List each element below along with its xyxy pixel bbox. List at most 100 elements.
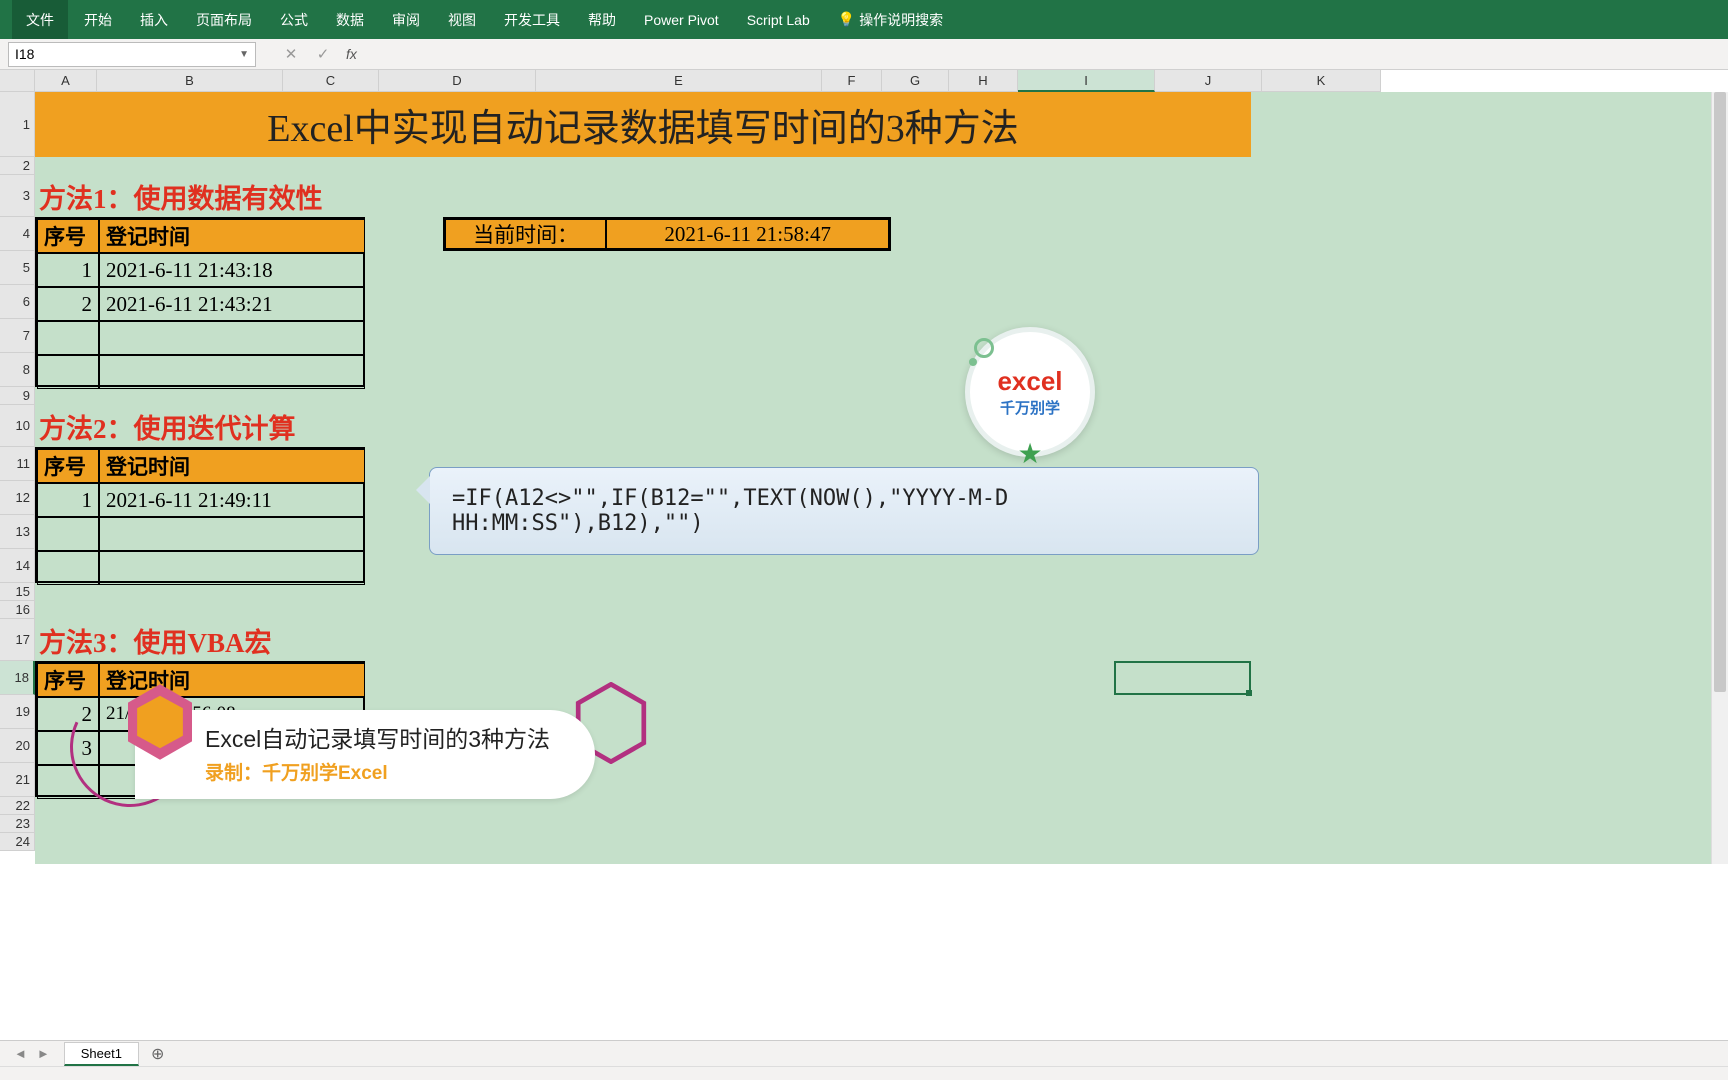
formula-bar: I18 ▼ ✕ ✓ fx [0, 39, 1728, 70]
decorative-dot-icon [969, 358, 977, 366]
row-header-19[interactable]: 19 [0, 695, 35, 729]
table-cell[interactable]: 2 [37, 287, 99, 321]
current-time-box: 当前时间： 2021-6-11 21:58:47 [443, 217, 891, 251]
col-header-D[interactable]: D [379, 70, 536, 92]
logo-text-2: 千万别学 [1000, 397, 1060, 418]
row-header-14[interactable]: 14 [0, 549, 35, 583]
col-header-G[interactable]: G [882, 70, 949, 92]
formula-tooltip: =IF(A12<>"",IF(B12="",TEXT(NOW(),"YYYY-M… [429, 467, 1259, 555]
current-time-value: 2021-6-11 21:58:47 [606, 219, 889, 249]
table-cell[interactable] [99, 321, 365, 355]
tab-file[interactable]: 文件 [12, 0, 68, 39]
next-sheet-icon[interactable]: ► [33, 1046, 54, 1061]
row-header-3[interactable]: 3 [0, 175, 35, 217]
col-header-C[interactable]: C [283, 70, 379, 92]
confirm-formula-icon[interactable]: ✓ [314, 45, 332, 63]
ribbon-tabs: 文件 开始 插入 页面布局 公式 数据 审阅 视图 开发工具 帮助 Power … [0, 0, 1728, 39]
row-header-24[interactable]: 24 [0, 833, 35, 851]
col-header-J[interactable]: J [1155, 70, 1262, 92]
name-box-value: I18 [15, 46, 34, 62]
add-sheet-icon[interactable]: ⊕ [141, 1044, 174, 1064]
tab-review[interactable]: 审阅 [378, 0, 434, 39]
method1-col-time: 登记时间 [99, 219, 365, 253]
hexagon-badge-icon [125, 682, 195, 762]
table-cell[interactable]: 2021-6-11 21:43:21 [99, 287, 365, 321]
tab-data[interactable]: 数据 [322, 0, 378, 39]
row-header-11[interactable]: 11 [0, 447, 35, 481]
col-header-A[interactable]: A [35, 70, 97, 92]
row-header-20[interactable]: 20 [0, 729, 35, 763]
row-header-10[interactable]: 10 [0, 405, 35, 447]
row-header-8[interactable]: 8 [0, 353, 35, 387]
table-cell[interactable] [37, 355, 99, 389]
banner-title: Excel自动记录填写时间的3种方法 [205, 720, 571, 754]
banner-sub: 录制：千万别学Excel [205, 758, 571, 785]
formula-input[interactable] [365, 43, 1720, 65]
method2-col-seq: 序号 [37, 449, 99, 483]
row-header-2[interactable]: 2 [0, 157, 35, 175]
tab-view[interactable]: 视图 [434, 0, 490, 39]
row-header-21[interactable]: 21 [0, 763, 35, 797]
tell-me[interactable]: 💡 操作说明搜索 [824, 0, 957, 39]
method2-col-time: 登记时间 [99, 449, 365, 483]
name-box[interactable]: I18 ▼ [8, 42, 256, 67]
tab-power-pivot[interactable]: Power Pivot [630, 0, 733, 39]
worksheet-grid[interactable]: ABCDEFGHIJK 1234567891011121314151617181… [0, 70, 1728, 864]
vertical-scrollbar[interactable] [1711, 92, 1728, 864]
fx-icon[interactable]: fx [346, 46, 357, 62]
tell-me-label: 操作说明搜索 [859, 10, 943, 30]
tab-developer[interactable]: 开发工具 [490, 0, 574, 39]
table-cell[interactable] [99, 551, 365, 585]
col-header-K[interactable]: K [1262, 70, 1381, 92]
row-header-4[interactable]: 4 [0, 217, 35, 251]
table-cell[interactable]: 1 [37, 253, 99, 287]
row-header-22[interactable]: 22 [0, 797, 35, 815]
method1-heading: 方法1：使用数据有效性 [35, 175, 395, 217]
method3-heading: 方法3：使用VBA宏 [35, 619, 395, 661]
channel-logo: excel 千万别学 ★ [965, 327, 1095, 457]
tab-insert[interactable]: 插入 [126, 0, 182, 39]
row-header-23[interactable]: 23 [0, 815, 35, 833]
col-header-H[interactable]: H [949, 70, 1018, 92]
active-cell-indicator [1114, 661, 1251, 695]
row-header-7[interactable]: 7 [0, 319, 35, 353]
cancel-formula-icon[interactable]: ✕ [282, 45, 300, 63]
tab-help[interactable]: 帮助 [574, 0, 630, 39]
row-header-12[interactable]: 12 [0, 481, 35, 515]
row-header-13[interactable]: 13 [0, 515, 35, 549]
table-cell[interactable] [99, 355, 365, 389]
method2-table: 序号 登记时间 1 2021-6-11 21:49:11 [35, 447, 365, 583]
row-header-18[interactable]: 18 [0, 661, 35, 695]
row-header-1[interactable]: 1 [0, 92, 35, 157]
table-cell[interactable]: 1 [37, 483, 99, 517]
method3-col-seq: 序号 [37, 663, 99, 697]
col-header-I[interactable]: I [1018, 70, 1155, 92]
prev-sheet-icon[interactable]: ◄ [10, 1046, 31, 1061]
row-header-9[interactable]: 9 [0, 387, 35, 405]
table-cell[interactable]: 2021-6-11 21:49:11 [99, 483, 365, 517]
tab-home[interactable]: 开始 [70, 0, 126, 39]
tab-page-layout[interactable]: 页面布局 [182, 0, 266, 39]
table-cell[interactable] [37, 551, 99, 585]
col-header-F[interactable]: F [822, 70, 882, 92]
sheet-tab[interactable]: Sheet1 [64, 1042, 139, 1066]
col-header-E[interactable]: E [536, 70, 822, 92]
table-cell[interactable] [99, 517, 365, 551]
tab-script-lab[interactable]: Script Lab [733, 0, 824, 39]
select-all-corner[interactable] [0, 70, 35, 92]
tab-formulas[interactable]: 公式 [266, 0, 322, 39]
col-header-B[interactable]: B [97, 70, 283, 92]
logo-text-1: excel [997, 366, 1062, 397]
row-header-5[interactable]: 5 [0, 251, 35, 285]
sheet-tab-bar: ◄ ► Sheet1 ⊕ [0, 1040, 1728, 1066]
scroll-thumb[interactable] [1714, 92, 1726, 692]
row-header-16[interactable]: 16 [0, 601, 35, 619]
row-header-6[interactable]: 6 [0, 285, 35, 319]
table-cell[interactable]: 2021-6-11 21:43:18 [99, 253, 365, 287]
chevron-down-icon[interactable]: ▼ [239, 49, 249, 60]
table-cell[interactable] [37, 517, 99, 551]
page-title: Excel中实现自动记录数据填写时间的3种方法 [35, 92, 1251, 157]
row-header-15[interactable]: 15 [0, 583, 35, 601]
table-cell[interactable] [37, 321, 99, 355]
row-header-17[interactable]: 17 [0, 619, 35, 661]
